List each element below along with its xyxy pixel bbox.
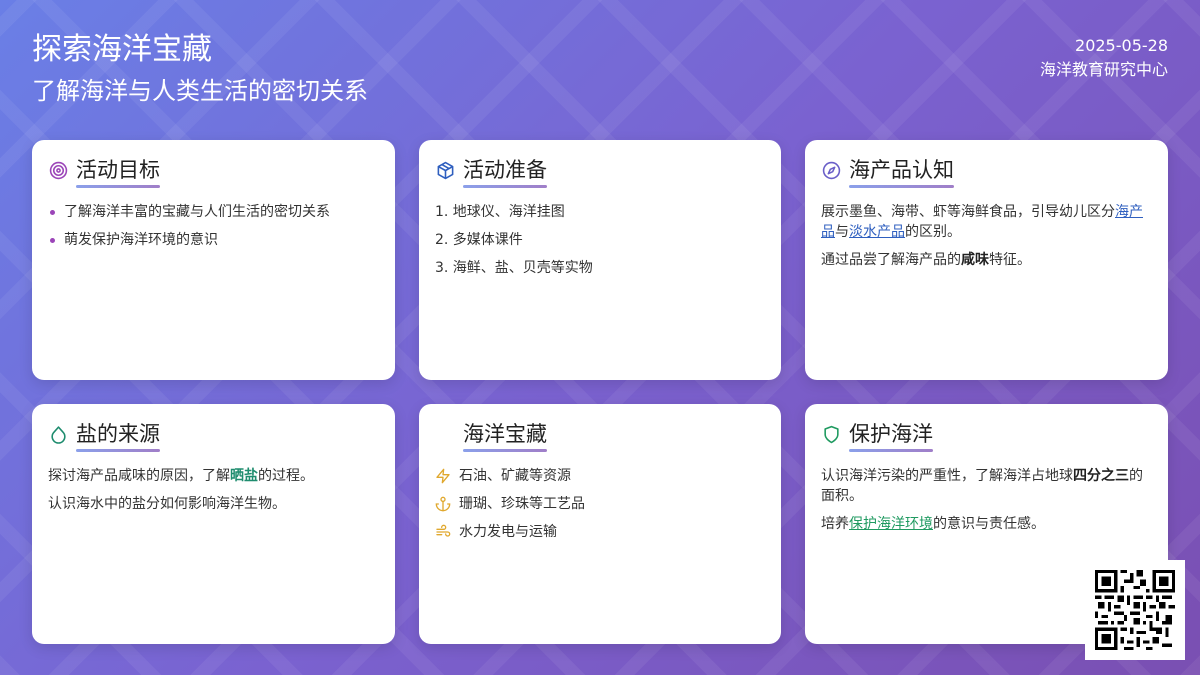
- card-title: 活动准备: [463, 158, 547, 188]
- header-meta: 2025-05-28 海洋教育研究中心: [1040, 34, 1168, 82]
- card-body: 1. 地球仪、海洋挂图 2. 多媒体课件 3. 海鲜、盐、贝壳等实物: [435, 202, 765, 278]
- card-header: 海产品认知: [821, 156, 1152, 192]
- highlight-text: 晒盐: [230, 468, 258, 484]
- bold-text: 四分之三: [1073, 468, 1129, 484]
- card-prep: 活动准备 1. 地球仪、海洋挂图 2. 多媒体课件 3. 海鲜、盐、贝壳等实物: [419, 140, 781, 380]
- card-body: 了解海洋丰富的宝藏与人们生活的密切关系 萌发保护海洋环境的意识: [48, 202, 379, 250]
- qr-code: [1085, 560, 1185, 660]
- box-icon: [435, 160, 455, 180]
- card-title: 海洋宝藏: [463, 422, 547, 452]
- link-freshwater[interactable]: 淡水产品: [849, 224, 905, 240]
- card-title: 活动目标: [76, 158, 160, 188]
- paragraph: 认识海水中的盐分如何影响海洋生物。: [48, 496, 286, 512]
- header: 探索海洋宝藏 了解海洋与人类生活的密切关系: [32, 30, 368, 108]
- bold-text: 咸味: [961, 252, 989, 268]
- list-item: 珊瑚、珍珠等工艺品: [435, 494, 765, 514]
- blank-icon: [435, 424, 455, 444]
- card-treasure: 海洋宝藏 石油、矿藏等资源 珊瑚、珍珠等工艺品 水力发电与运输: [419, 404, 781, 644]
- list-item: 石油、矿藏等资源: [435, 466, 765, 486]
- card-body: 展示墨鱼、海带、虾等海鲜食品，引导幼儿区分海产品与淡水产品的区别。 通过品尝了解…: [821, 202, 1152, 270]
- page-title: 探索海洋宝藏: [32, 32, 212, 67]
- card-body: 认识海洋污染的严重性，了解海洋占地球四分之三的面积。 培养保护海洋环境的意识与责…: [821, 466, 1152, 534]
- paragraph: 通过品尝了解海产品的咸味特征。: [821, 252, 1031, 268]
- droplet-icon: [48, 424, 68, 444]
- lightning-icon: [436, 468, 450, 484]
- page-subtitle: 了解海洋与人类生活的密切关系: [32, 77, 368, 105]
- card-salt: 盐的来源 探讨海产品咸味的原因，了解晒盐的过程。 认识海水中的盐分如何影响海洋生…: [32, 404, 395, 644]
- card-title: 海产品认知: [849, 158, 954, 188]
- shield-icon: [821, 424, 841, 444]
- org-label: 海洋教育研究中心: [1039, 60, 1168, 79]
- paragraph: 探讨海产品咸味的原因，了解晒盐的过程。: [48, 468, 314, 484]
- list-item: 2. 多媒体课件: [435, 232, 523, 248]
- paragraph: 展示墨鱼、海带、虾等海鲜食品，引导幼儿区分海产品与淡水产品的区别。: [821, 204, 1143, 240]
- paragraph: 培养保护海洋环境的意识与责任感。: [821, 516, 1045, 532]
- card-header: 盐的来源: [48, 420, 379, 456]
- list-item: 水力发电与运输: [435, 522, 765, 542]
- card-body: 探讨海产品咸味的原因，了解晒盐的过程。 认识海水中的盐分如何影响海洋生物。: [48, 466, 379, 514]
- list-item: 3. 海鲜、盐、贝壳等实物: [435, 260, 593, 276]
- card-seafood: 海产品认知 展示墨鱼、海带、虾等海鲜食品，引导幼儿区分海产品与淡水产品的区别。 …: [805, 140, 1168, 380]
- card-grid: 活动目标 了解海洋丰富的宝藏与人们生活的密切关系 萌发保护海洋环境的意识 活动准…: [32, 140, 1168, 644]
- card-title: 盐的来源: [76, 422, 160, 452]
- anchor-icon: [435, 496, 451, 512]
- card-header: 海洋宝藏: [435, 420, 765, 456]
- qr-code-icon: [1095, 570, 1175, 650]
- list-item: 萌发保护海洋环境的意识: [48, 230, 379, 250]
- wind-icon: [436, 524, 451, 537]
- card-goal: 活动目标 了解海洋丰富的宝藏与人们生活的密切关系 萌发保护海洋环境的意识: [32, 140, 395, 380]
- compass-icon: [821, 160, 841, 180]
- link-protect-ocean[interactable]: 保护海洋环境: [849, 516, 933, 532]
- list-item: 1. 地球仪、海洋挂图: [435, 204, 565, 220]
- card-header: 活动准备: [435, 156, 765, 192]
- list-item: 了解海洋丰富的宝藏与人们生活的密切关系: [48, 202, 379, 222]
- card-body: 石油、矿藏等资源 珊瑚、珍珠等工艺品 水力发电与运输: [435, 466, 765, 542]
- card-header: 保护海洋: [821, 420, 1152, 456]
- date-label: 2025-05-28: [1075, 36, 1168, 55]
- paragraph: 认识海洋污染的严重性，了解海洋占地球四分之三的面积。: [821, 468, 1143, 504]
- card-header: 活动目标: [48, 156, 379, 192]
- target-icon: [48, 160, 68, 180]
- card-title: 保护海洋: [849, 422, 933, 452]
